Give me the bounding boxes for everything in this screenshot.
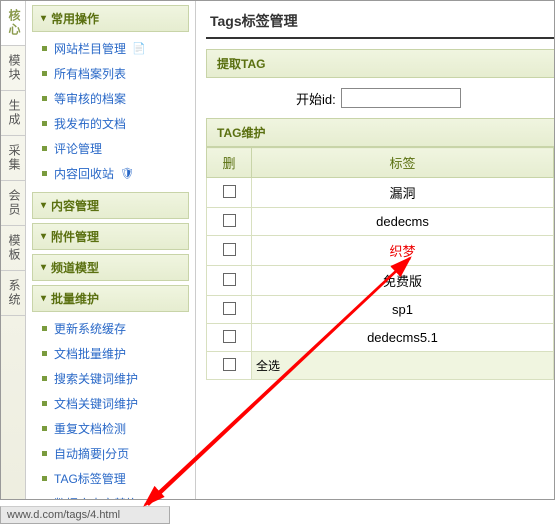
table-row: 免费版 — [207, 266, 554, 296]
table-row: dedecms5.1 — [207, 324, 554, 352]
col-tag: 标签 — [252, 148, 554, 178]
menu-item[interactable]: 等审核的档案 — [40, 86, 189, 111]
bullet-icon — [42, 401, 47, 406]
panel-extract-tag: 提取TAG — [206, 49, 554, 78]
bullet-icon — [42, 46, 47, 51]
vtab-3[interactable]: 采集 — [1, 136, 25, 181]
bullet-icon — [42, 351, 47, 356]
bullet-icon — [42, 476, 47, 481]
menu-item[interactable]: 我发布的文档 — [40, 111, 189, 136]
section-header-2[interactable]: ▾附件管理 — [32, 223, 189, 250]
tag-cell: sp1 — [252, 296, 554, 324]
row-checkbox[interactable] — [223, 214, 236, 227]
start-id-input[interactable] — [341, 88, 461, 108]
bullet-icon — [42, 146, 47, 151]
vtab-2[interactable]: 生成 — [1, 91, 25, 136]
item-icon: 📄 — [132, 42, 146, 55]
bullet-icon — [42, 71, 47, 76]
row-checkbox[interactable] — [223, 302, 236, 315]
vtab-1[interactable]: 模块 — [1, 46, 25, 91]
start-id-row: 开始id: — [206, 78, 554, 118]
tag-cell: 免费版 — [252, 266, 554, 296]
menu-item[interactable]: 重复文档检测 — [40, 416, 189, 441]
tag-cell: 漏洞 — [252, 178, 554, 208]
select-all-checkbox-cell — [207, 352, 252, 380]
chevron-down-icon: ▾ — [41, 13, 46, 24]
status-bar: www.d.com/tags/4.html — [0, 506, 170, 524]
bullet-icon — [42, 376, 47, 381]
table-row: dedecms — [207, 208, 554, 236]
chevron-down-icon: ▾ — [41, 293, 46, 304]
menu-item[interactable]: 搜索关键词维护 — [40, 366, 189, 391]
menu-item[interactable]: TAG标签管理 — [40, 466, 189, 491]
row-checkbox[interactable] — [223, 185, 236, 198]
menu-item[interactable]: 自动摘要|分页 — [40, 441, 189, 466]
chevron-down-icon: ▾ — [41, 200, 46, 211]
col-delete: 删 — [207, 148, 252, 178]
tag-table: 删 标签 漏洞dedecms织梦免费版sp1dedecms5.1 全选 — [206, 147, 554, 380]
menu-item[interactable]: 评论管理 — [40, 136, 189, 161]
table-row: 织梦 — [207, 236, 554, 266]
item-icon: 🛡 — [120, 167, 134, 180]
select-all-label[interactable]: 全选 — [252, 352, 554, 380]
section-header-4[interactable]: ▾批量维护 — [32, 285, 189, 312]
menu-item[interactable]: 数据库内容替换 — [40, 491, 189, 499]
menu-item[interactable]: 内容回收站🛡 — [40, 161, 189, 186]
row-checkbox[interactable] — [223, 330, 236, 343]
panel-tag-maintain: TAG维护 — [206, 118, 554, 147]
vtab-0[interactable]: 核心 — [1, 1, 25, 46]
vtab-6[interactable]: 系统 — [1, 271, 25, 316]
menu-item[interactable]: 文档批量维护 — [40, 341, 189, 366]
menu-item[interactable]: 所有档案列表 — [40, 61, 189, 86]
vtab-4[interactable]: 会员 — [1, 181, 25, 226]
start-id-label: 开始id: — [296, 89, 336, 108]
bullet-icon — [42, 171, 47, 176]
vtab-5[interactable]: 模板 — [1, 226, 25, 271]
bullet-icon — [42, 121, 47, 126]
tag-cell: 织梦 — [252, 236, 554, 266]
menu-item[interactable]: 文档关键词维护 — [40, 391, 189, 416]
menu-item[interactable]: 网站栏目管理📄 — [40, 36, 189, 61]
bullet-icon — [42, 96, 47, 101]
bullet-icon — [42, 451, 47, 456]
section-header-1[interactable]: ▾内容管理 — [32, 192, 189, 219]
select-all-checkbox[interactable] — [223, 358, 236, 371]
table-row: 漏洞 — [207, 178, 554, 208]
menu-item[interactable]: 更新系统缓存 — [40, 316, 189, 341]
tag-cell: dedecms — [252, 208, 554, 236]
chevron-down-icon: ▾ — [41, 231, 46, 242]
section-header-3[interactable]: ▾频道模型 — [32, 254, 189, 281]
bullet-icon — [42, 426, 47, 431]
chevron-down-icon: ▾ — [41, 262, 46, 273]
page-title: Tags标签管理 — [206, 9, 554, 39]
sidebar: ▾常用操作网站栏目管理📄所有档案列表等审核的档案我发布的文档评论管理内容回收站🛡… — [26, 1, 196, 499]
left-vertical-tabs: 核心模块生成采集会员模板系统 — [1, 1, 26, 499]
bullet-icon — [42, 326, 47, 331]
main-content: Tags标签管理 提取TAG 开始id: TAG维护 删 标签 漏洞dedecm… — [196, 1, 554, 499]
section-header-0[interactable]: ▾常用操作 — [32, 5, 189, 32]
row-checkbox[interactable] — [223, 273, 236, 286]
tag-cell: dedecms5.1 — [252, 324, 554, 352]
row-checkbox[interactable] — [223, 243, 236, 256]
table-row: sp1 — [207, 296, 554, 324]
